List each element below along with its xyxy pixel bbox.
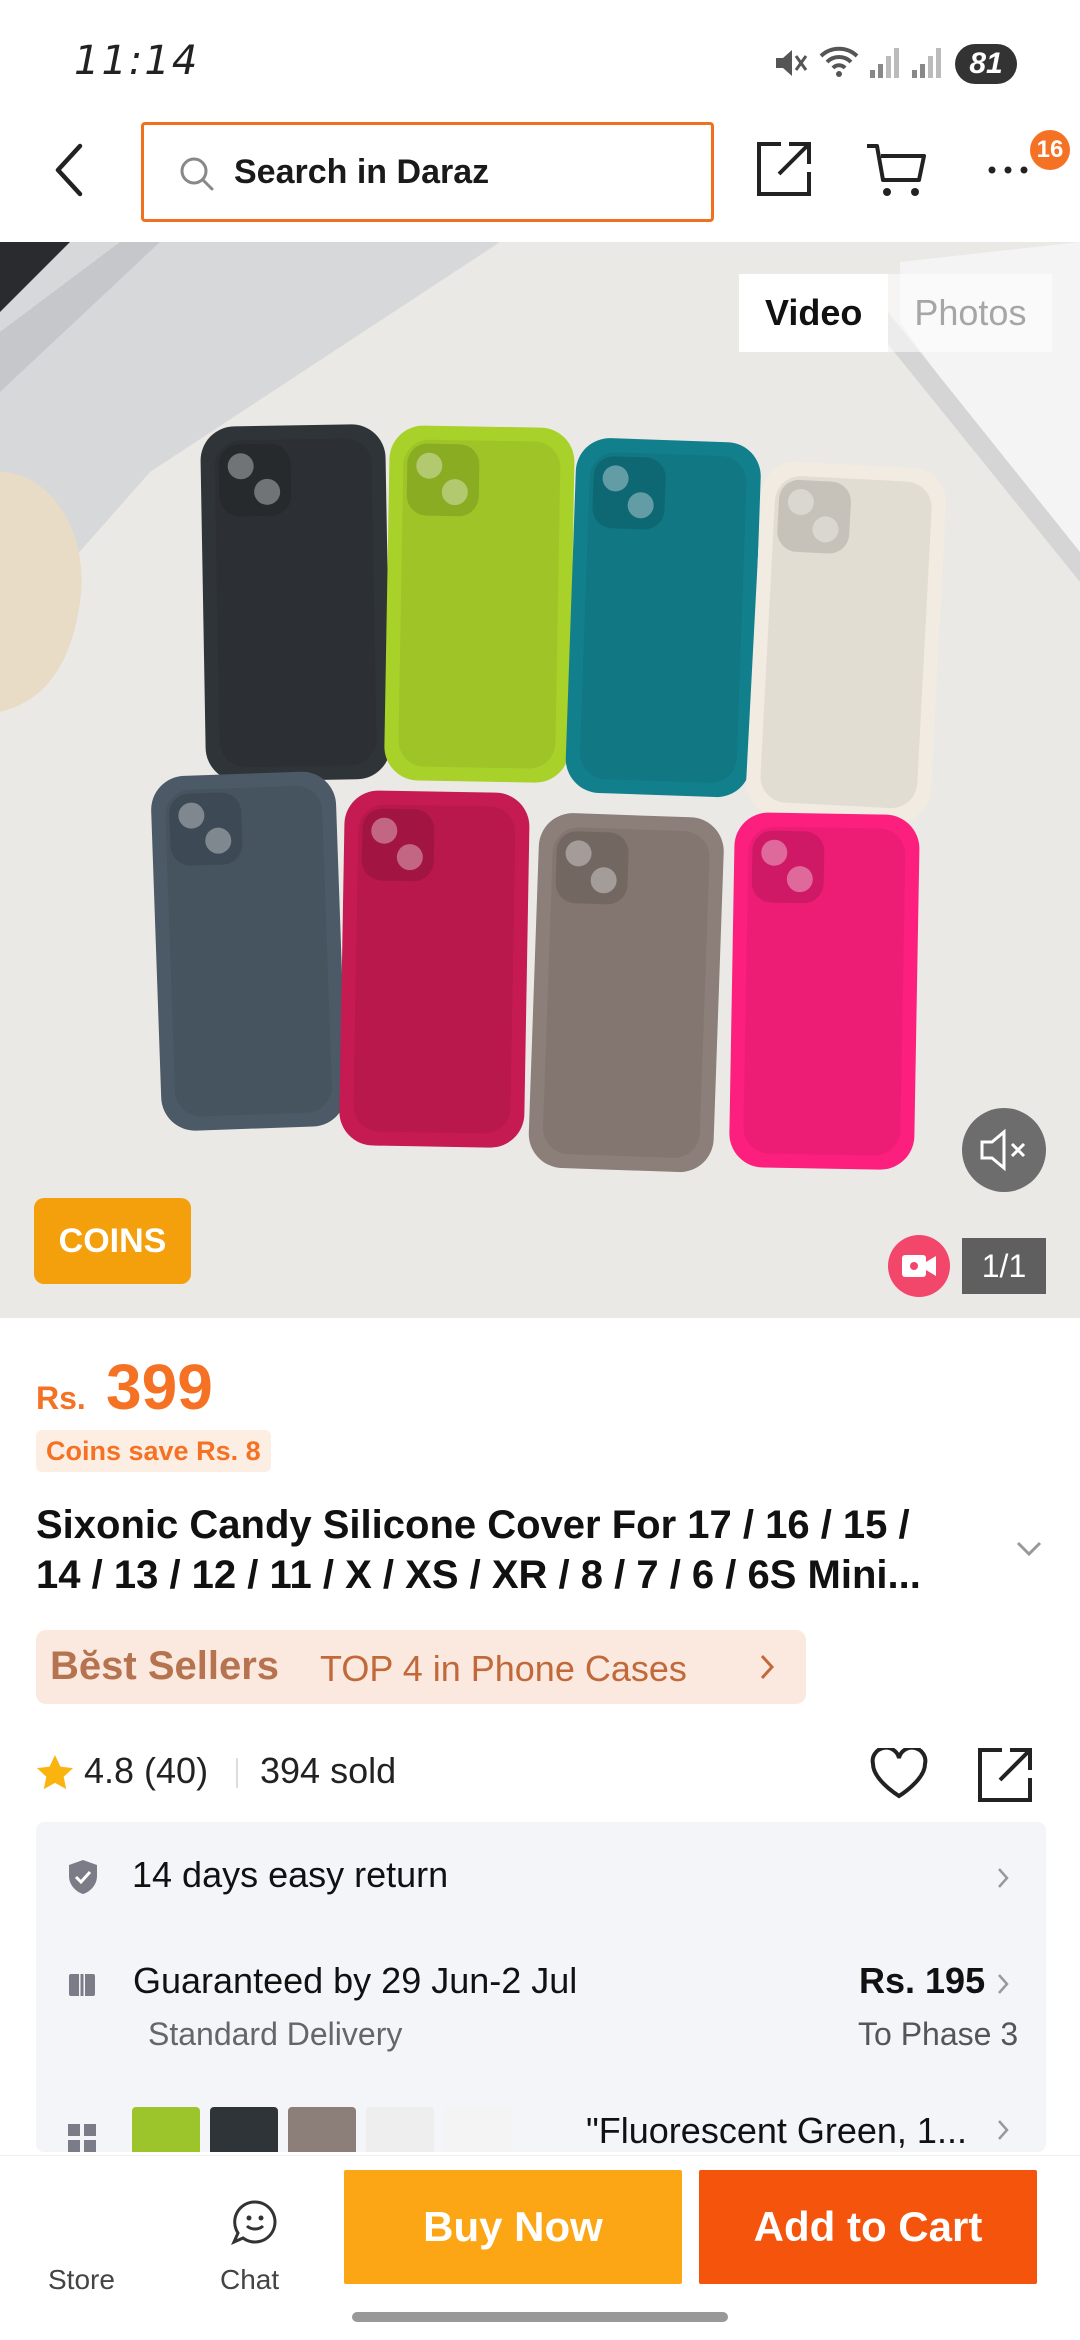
package-icon [69,1969,95,1996]
back-button[interactable] [48,140,92,200]
search-input[interactable]: Search in Daraz [141,122,714,222]
product-title-line-2: 14 / 13 / 12 / 11 / X / XS / XR / 8 / 7 … [36,1553,921,1597]
mute-video-button[interactable] [962,1108,1046,1192]
chevron-right-icon [998,1868,1009,1888]
variant-thumbnail[interactable] [444,2107,512,2152]
phone-case [528,813,724,1173]
bottom-action-bar: Store Chat Buy Now Add to Cart [0,2155,1080,2340]
best-sellers-banner[interactable]: Bĕst Sellers TOP 4 in Phone Cases [36,1630,806,1704]
delivery-guarantee[interactable]: Guaranteed by 29 Jun-2 Jul [133,1960,577,2002]
tab-video[interactable]: Video [739,274,889,352]
wifi-icon [819,46,859,77]
search-placeholder: Search in Daraz [234,153,490,191]
chat-icon[interactable] [230,2198,280,2248]
rating-row: 4.8 (40) 394 sold [36,1748,1046,1802]
chat-button[interactable]: Chat [220,2264,279,2296]
variant-thumbnail[interactable] [288,2107,356,2152]
battery-indicator: 81 [955,44,1017,84]
coins-save-badge: Coins save Rs. 8 [36,1430,271,1472]
phone-case [151,771,347,1131]
cart-count-badge: 16 [1030,130,1070,170]
variant-selected[interactable]: "Fluorescent Green, 1... [586,2110,967,2152]
signal-icon-1 [870,48,899,78]
chevron-right-icon [998,2120,1009,2140]
shield-check-icon [69,1860,97,1894]
heart-icon[interactable] [870,1748,928,1800]
delivery-info-panel: 14 days easy return Guaranteed by 29 Jun… [36,1822,1046,2152]
phone-case [565,438,761,798]
product-title[interactable]: Sixonic Candy Silicone Cover For 17 / 16… [36,1500,996,1600]
home-indicator[interactable] [352,2312,728,2322]
variant-thumbnail[interactable] [210,2107,278,2152]
buy-now-button[interactable]: Buy Now [344,2170,682,2284]
chevron-right-icon [760,1654,775,1680]
variants-grid-icon [68,2124,96,2152]
variant-thumbnail[interactable] [366,2107,434,2152]
delivery-destination: To Phase 3 [858,2016,1019,2052]
sold-count: 394 sold [260,1750,397,1791]
product-photo [0,242,1080,1318]
phone-case [746,461,947,823]
tab-photos[interactable]: Photos [888,274,1053,352]
add-to-cart-button[interactable]: Add to Cart [699,2170,1037,2284]
rating-value[interactable]: 4.8 (40) [84,1750,208,1792]
phone-case [384,425,575,783]
phone-case [339,790,530,1148]
product-gallery[interactable]: Video Photos COINS 1/1 [0,242,1080,1318]
chevron-right-icon [998,1974,1009,1994]
share-icon[interactable] [755,140,813,198]
phone-case [200,424,391,782]
status-time: 11:14 [74,38,200,84]
delivery-type: Standard Delivery [148,2016,403,2052]
best-sellers-logo: Bĕst Sellers [50,1644,280,1688]
variant-thumbnail[interactable] [132,2107,200,2152]
video-camera-icon [888,1235,950,1297]
store-icon[interactable] [58,2200,108,2246]
gallery-page-indicator: 1/1 [962,1238,1046,1294]
chevron-down-icon[interactable] [1015,1540,1043,1558]
delivery-fee: Rs. 195 [859,1960,986,2001]
coins-tag: COINS [34,1198,191,1284]
cart-icon[interactable] [865,142,927,200]
return-policy[interactable]: 14 days easy return [132,1854,448,1896]
signal-icon-2 [912,48,941,78]
share-product-icon[interactable] [976,1746,1034,1804]
media-tabs: Video Photos [739,274,1053,352]
price-value: 399 [106,1351,213,1423]
best-sellers-rank: TOP 4 in Phone Cases [320,1648,687,1689]
star-icon [37,1755,73,1790]
phone-case [729,812,920,1170]
product-title-line-1: Sixonic Candy Silicone Cover For 17 / 16… [36,1503,910,1547]
status-bar: 11:14 81 [0,0,1080,120]
speaker-mute-icon [980,1128,1026,1172]
search-icon [180,157,214,191]
mute-status-icon [776,50,808,76]
store-button[interactable]: Store [48,2264,115,2296]
more-options-icon[interactable] [985,148,1035,178]
price-currency: Rs. [36,1380,86,1416]
divider [236,1758,238,1788]
